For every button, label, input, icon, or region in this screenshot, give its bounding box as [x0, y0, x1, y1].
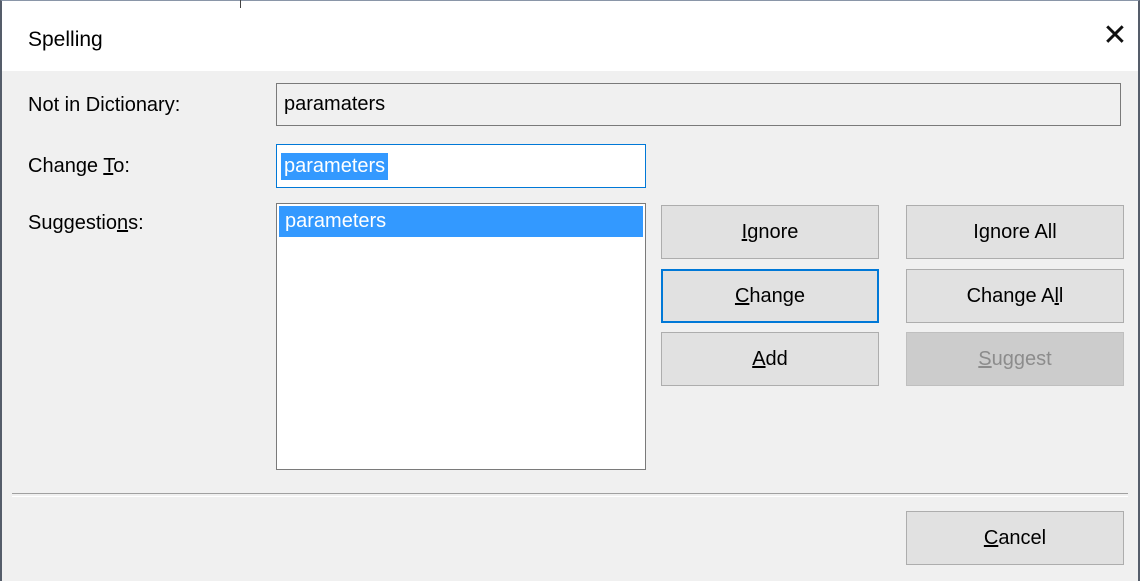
not-in-dictionary-value: paramaters: [284, 93, 386, 115]
suggestions-label: Suggestions:: [28, 212, 144, 234]
title-bar[interactable]: Spelling ✕: [2, 1, 1138, 71]
dialog-title: Spelling: [28, 28, 103, 51]
change-all-button[interactable]: Change All: [906, 269, 1124, 323]
add-button[interactable]: Add: [661, 332, 879, 386]
suggestion-item[interactable]: parameters: [279, 206, 643, 237]
not-in-dictionary-field: paramaters: [276, 83, 1121, 126]
spelling-dialog: Spelling ✕ Not in Dictionary: paramaters…: [0, 0, 1140, 581]
footer-separator: [12, 493, 1128, 497]
suggestions-list[interactable]: parameters: [276, 203, 646, 470]
close-icon[interactable]: ✕: [1092, 15, 1138, 55]
change-to-input[interactable]: parameters: [276, 144, 646, 188]
cancel-button[interactable]: Cancel: [906, 511, 1124, 565]
change-button[interactable]: Change: [661, 269, 879, 323]
change-to-value: parameters: [281, 152, 389, 180]
not-in-dictionary-label: Not in Dictionary:: [28, 94, 181, 116]
change-to-label: Change To:: [28, 155, 130, 177]
suggest-button[interactable]: Suggest: [906, 332, 1124, 386]
ignore-all-button[interactable]: Ig nore All: [906, 205, 1124, 259]
ignore-button[interactable]: Ignore: [661, 205, 879, 259]
window-edge-line: [240, 0, 241, 8]
